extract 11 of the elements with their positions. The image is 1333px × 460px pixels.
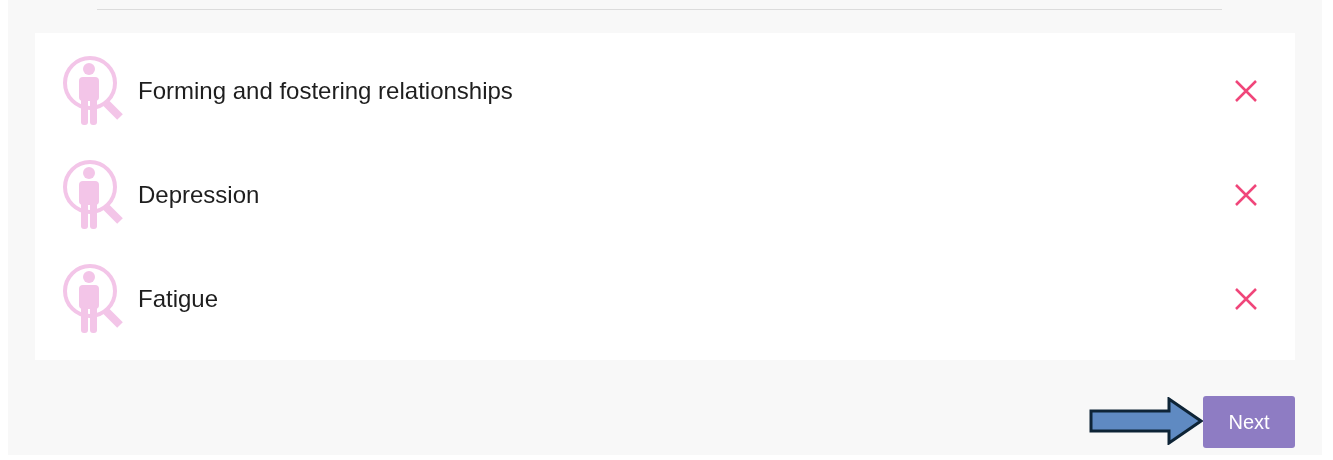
item-label: Fatigue — [138, 285, 220, 313]
remove-icon[interactable] — [1233, 286, 1259, 312]
person-search-icon — [62, 159, 124, 231]
remove-icon[interactable] — [1233, 182, 1259, 208]
arrow-icon — [1089, 397, 1203, 445]
next-button[interactable]: Next — [1203, 396, 1295, 448]
remove-icon[interactable] — [1233, 78, 1259, 104]
person-search-icon — [62, 55, 124, 127]
person-search-icon — [62, 263, 124, 335]
item-label: Forming and fostering relationships — [138, 77, 514, 105]
item-label: Depression — [138, 181, 261, 209]
